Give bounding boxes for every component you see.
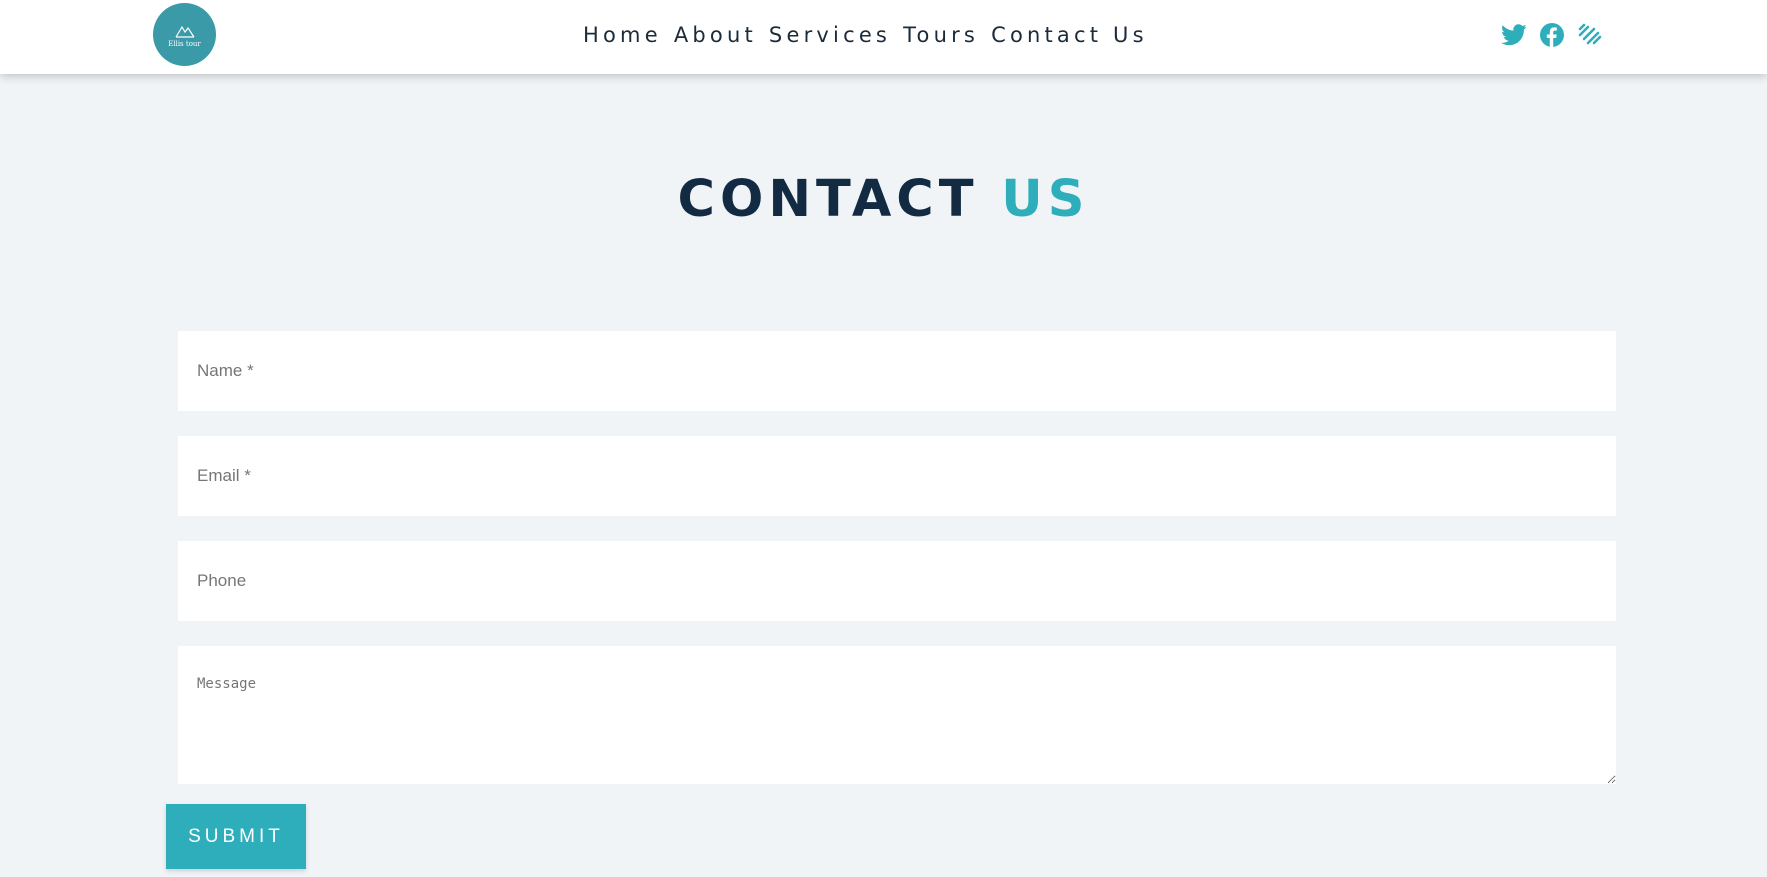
nav-tours[interactable]: Tours bbox=[903, 23, 979, 47]
submit-button[interactable]: SUBMIT bbox=[166, 804, 306, 869]
facebook-icon[interactable] bbox=[1538, 21, 1566, 49]
logo-text: Ellis tour bbox=[168, 39, 201, 48]
mountain-icon bbox=[174, 25, 194, 38]
nav-contact-us[interactable]: Contact Us bbox=[991, 23, 1148, 47]
title-part-1: CONTACT bbox=[677, 170, 979, 229]
email-field[interactable] bbox=[178, 436, 1616, 516]
logo[interactable]: Ellis tour bbox=[153, 3, 216, 66]
social-links bbox=[1500, 21, 1614, 49]
message-field[interactable] bbox=[178, 646, 1616, 784]
phone-field[interactable] bbox=[178, 541, 1616, 621]
twitter-icon[interactable] bbox=[1500, 21, 1528, 49]
nav-about[interactable]: About bbox=[674, 23, 757, 47]
name-field[interactable] bbox=[178, 331, 1616, 411]
squarespace-icon[interactable] bbox=[1576, 21, 1604, 49]
site-header: Ellis tour Home About Services Tours Con… bbox=[0, 0, 1767, 74]
nav-home[interactable]: Home bbox=[583, 23, 662, 47]
nav-services[interactable]: Services bbox=[769, 23, 891, 47]
main-nav: Home About Services Tours Contact Us bbox=[583, 20, 1160, 50]
page-title: CONTACT US bbox=[0, 170, 1767, 229]
title-part-2: US bbox=[1001, 170, 1090, 229]
